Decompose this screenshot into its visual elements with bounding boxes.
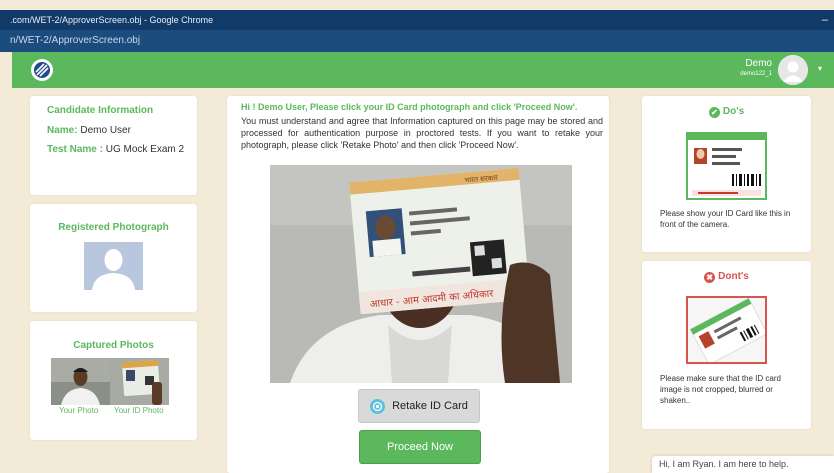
chevron-down-icon[interactable]: ▾ <box>818 64 822 73</box>
dos-text: Please show your ID Card like this in fr… <box>660 209 791 229</box>
capture-panel: Hi ! Demo User, Please click your ID Car… <box>227 96 609 473</box>
candidate-name-row: Name: Demo User <box>47 124 197 137</box>
name-value: Demo User <box>80 125 131 136</box>
placeholder-avatar-icon <box>84 242 143 290</box>
camera-icon <box>370 398 386 414</box>
donts-example-image <box>686 296 767 364</box>
chat-widget[interactable]: Hi, I am Ryan. I am here to help. <box>652 456 834 473</box>
your-id-photo-label: Your ID Photo <box>114 406 164 415</box>
chat-message: Hi, I am Ryan. I am here to help. <box>659 459 789 469</box>
address-bar[interactable]: n/WET-2/ApproverScreen.obj <box>0 30 834 52</box>
dos-heading: ✔ Do's <box>642 106 811 118</box>
instruction-title: Hi ! Demo User, Please click your ID Car… <box>241 102 578 112</box>
check-circle-icon: ✔ <box>708 107 720 118</box>
captured-photos-heading: Captured Photos <box>73 340 154 351</box>
brand-logo-icon[interactable] <box>31 59 53 81</box>
browser-title-bar: .com/WET-2/ApproverScreen.obj - Google C… <box>0 10 834 30</box>
registered-photo-heading: Registered Photograph <box>58 222 169 233</box>
donts-text: Please make sure that the ID card image … <box>660 374 781 405</box>
dos-card: ✔ Do's Please show your ID Card like this… <box>642 96 811 252</box>
proceed-now-button[interactable]: Proceed Now <box>359 430 481 464</box>
your-photo-thumbnail[interactable] <box>51 358 110 405</box>
app-header: Demo demo122_1 ▾ <box>12 52 834 88</box>
your-photo-label: Your Photo <box>59 406 99 415</box>
retake-button-label: Retake ID Card <box>392 400 468 412</box>
user-avatar-icon[interactable] <box>778 55 808 85</box>
instruction-text: You must understand and agree that Infor… <box>241 116 603 150</box>
test-name-row: Test Name : UG Mock Exam 2 <box>47 143 197 156</box>
your-id-photo-thumbnail[interactable] <box>110 358 169 405</box>
donts-heading-text: Dont's <box>718 271 749 282</box>
name-label: Name: <box>47 125 78 136</box>
test-name-value: UG Mock Exam 2 <box>105 144 185 155</box>
cross-circle-icon: ✖ <box>704 272 716 283</box>
test-name-label: Test Name : <box>47 144 103 155</box>
candidate-info-card: Candidate Information Name: Demo User Te… <box>30 96 197 195</box>
proceed-button-label: Proceed Now <box>386 441 454 453</box>
minimize-icon[interactable]: – <box>822 10 828 30</box>
donts-heading: ✖ Dont's <box>642 271 811 283</box>
user-id: demo122_1 <box>740 71 772 77</box>
user-info: Demo demo122_1 <box>740 58 772 79</box>
camera-preview: भारत सरकार आधार - आम आदमी का अधिकार <box>270 165 572 383</box>
user-name: Demo <box>745 58 772 69</box>
donts-card: ✖ Dont's Please make sure that the ID car… <box>642 261 811 429</box>
candidate-info-heading: Candidate Information <box>47 105 154 116</box>
address-url-text: n/WET-2/ApproverScreen.obj <box>10 35 141 46</box>
registered-photo-card: Registered Photograph <box>30 204 197 312</box>
dos-heading-text: Do's <box>722 106 745 117</box>
retake-id-card-button[interactable]: Retake ID Card <box>358 389 480 423</box>
browser-title-text: .com/WET-2/ApproverScreen.obj - Google C… <box>10 15 214 25</box>
dos-example-image <box>686 132 767 200</box>
